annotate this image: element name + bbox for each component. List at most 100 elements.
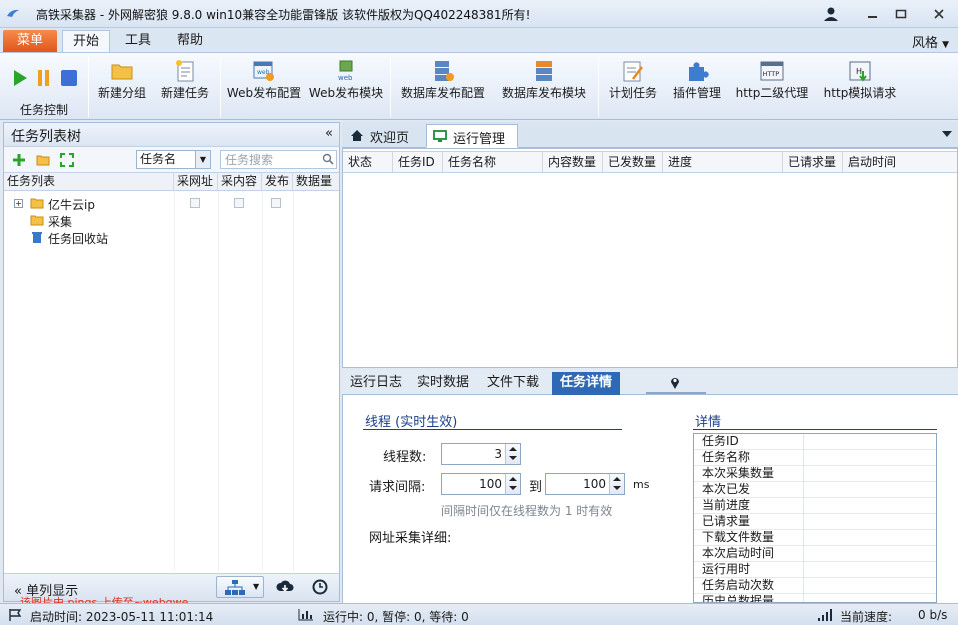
web-publish-module-label: Web发布模块 bbox=[308, 86, 384, 100]
tab-help[interactable]: 帮助 bbox=[166, 30, 214, 52]
task-search-input[interactable] bbox=[220, 150, 337, 169]
grid-col-requested[interactable]: 已请求量 bbox=[783, 152, 843, 172]
http-proxy-icon: HTTP bbox=[760, 61, 784, 81]
plugin-manage-button[interactable]: 插件管理 bbox=[666, 53, 728, 119]
status-bar: 启动时间: 2023-05-11 11:01:14 运行中: 0, 暂停: 0,… bbox=[0, 603, 958, 625]
details-key: 运行用时 bbox=[694, 562, 804, 578]
folder-open-icon[interactable] bbox=[36, 153, 50, 167]
db-publish-config-button[interactable]: 数据库发布配置 bbox=[396, 53, 490, 119]
restore-icon[interactable] bbox=[892, 6, 910, 22]
details-row: 本次已发 bbox=[694, 482, 936, 498]
stepper-down-icon[interactable] bbox=[509, 456, 517, 460]
grid-col-task-id[interactable]: 任务ID bbox=[393, 152, 443, 172]
column-collect-url[interactable]: 采网址 bbox=[174, 173, 218, 191]
interval-from-stepper[interactable]: 100 bbox=[441, 473, 521, 495]
details-row: 运行用时 bbox=[694, 562, 936, 578]
tree-item-label: 任务回收站 bbox=[48, 232, 109, 246]
bar-chart-icon bbox=[298, 609, 313, 621]
play-icon[interactable] bbox=[12, 69, 28, 87]
task-tree-toolbar: 任务名 ▼ bbox=[4, 147, 339, 173]
stepper-up-icon[interactable] bbox=[509, 477, 517, 481]
tree-item-collect[interactable]: 采集 bbox=[4, 212, 339, 229]
tree-view-button[interactable]: ▼ bbox=[216, 576, 264, 598]
tab-task-detail[interactable]: 任务详情 bbox=[552, 372, 620, 395]
stepper-down-icon[interactable] bbox=[509, 486, 517, 490]
tab-realtime-data[interactable]: 实时数据 bbox=[412, 372, 474, 395]
run-counts-status: 运行中: 0, 暂停: 0, 等待: 0 bbox=[323, 610, 469, 624]
grid-col-task-name[interactable]: 任务名称 bbox=[443, 152, 543, 172]
web-publish-module-button[interactable]: web Web发布模块 bbox=[306, 53, 386, 119]
details-key: 历史总数据量 bbox=[694, 594, 804, 602]
minimize-icon[interactable] bbox=[864, 6, 882, 22]
task-tree-panel: 任务列表树 « 任务名 ▼ 任务列表 采网址 采内容 发布 数据量 + 亿牛云i… bbox=[3, 122, 340, 602]
ribbon-separator bbox=[390, 57, 391, 117]
stepper-up-icon[interactable] bbox=[509, 447, 517, 451]
tab-run-log[interactable]: 运行日志 bbox=[344, 372, 408, 395]
collapse-panel-icon[interactable]: « bbox=[325, 126, 333, 141]
interval-to-stepper[interactable]: 100 bbox=[545, 473, 625, 495]
stepper-buttons[interactable] bbox=[505, 474, 520, 494]
details-row: 本次启动时间 bbox=[694, 546, 936, 562]
user-icon[interactable] bbox=[822, 6, 840, 22]
search-field-select[interactable]: 任务名 ▼ bbox=[136, 150, 211, 169]
tab-menu[interactable]: 菜单 bbox=[3, 30, 57, 52]
collect-content-checkbox[interactable] bbox=[234, 198, 244, 208]
http-simulate-button[interactable]: H http模拟请求 bbox=[818, 53, 902, 119]
style-menu[interactable]: 风格 ▼ bbox=[912, 32, 949, 51]
grid-col-published-count[interactable]: 已发数量 bbox=[603, 152, 663, 172]
http-proxy-button[interactable]: HTTP http二级代理 bbox=[730, 53, 814, 119]
grid-col-progress[interactable]: 进度 bbox=[663, 152, 783, 172]
stepper-up-icon[interactable] bbox=[613, 477, 621, 481]
thread-section-title: 线程 (实时生效) bbox=[365, 415, 458, 430]
new-task-button[interactable]: 新建任务 bbox=[156, 53, 214, 119]
column-collect-content[interactable]: 采内容 bbox=[218, 173, 262, 191]
column-publish[interactable]: 发布 bbox=[262, 173, 293, 191]
grid-col-content-count[interactable]: 内容数量 bbox=[543, 152, 603, 172]
collect-url-checkbox[interactable] bbox=[190, 198, 200, 208]
sitemap-icon bbox=[225, 580, 245, 595]
task-tree-title: 任务列表树 bbox=[11, 129, 81, 145]
tab-list-dropdown-icon[interactable] bbox=[942, 130, 952, 138]
clock-icon[interactable] bbox=[312, 579, 328, 595]
stepper-buttons[interactable] bbox=[609, 474, 624, 494]
cloud-download-icon[interactable] bbox=[276, 579, 294, 595]
tab-start[interactable]: 开始 bbox=[62, 30, 110, 52]
grid-col-start-time[interactable]: 启动时间 bbox=[843, 152, 957, 172]
expand-icon[interactable]: + bbox=[14, 199, 23, 208]
thread-count-stepper[interactable]: 3 bbox=[441, 443, 521, 465]
details-row: 任务启动次数 bbox=[694, 578, 936, 594]
tree-item-yiniuyun[interactable]: + 亿牛云ip bbox=[4, 195, 339, 212]
add-icon[interactable] bbox=[12, 153, 26, 167]
details-key: 已请求量 bbox=[694, 514, 804, 530]
web-publish-config-label: Web发布配置 bbox=[226, 86, 302, 100]
http-request-icon-text: H bbox=[856, 67, 862, 76]
tab-file-download[interactable]: 文件下载 bbox=[482, 372, 544, 395]
tab-run-manage[interactable]: 运行管理 bbox=[426, 124, 518, 148]
stepper-down-icon[interactable] bbox=[613, 486, 621, 490]
tab-welcome[interactable]: 欢迎页 bbox=[344, 124, 424, 148]
stop-icon[interactable] bbox=[60, 69, 78, 87]
ribbon-separator bbox=[598, 57, 599, 117]
plugin-manage-label: 插件管理 bbox=[672, 86, 721, 100]
tab-location[interactable] bbox=[646, 372, 706, 394]
pause-icon[interactable] bbox=[36, 69, 52, 87]
column-data-count[interactable]: 数据量 bbox=[293, 173, 339, 191]
home-icon bbox=[351, 130, 363, 141]
db-publish-module-button[interactable]: 数据库发布模块 bbox=[496, 53, 592, 119]
expand-all-icon[interactable] bbox=[60, 153, 74, 167]
details-key: 本次采集数量 bbox=[694, 466, 804, 482]
grid-col-status[interactable]: 状态 bbox=[343, 152, 393, 172]
publish-checkbox[interactable] bbox=[271, 198, 281, 208]
thread-count-value: 3 bbox=[494, 447, 502, 461]
web-publish-config-button[interactable]: web Web发布配置 bbox=[224, 53, 304, 119]
new-group-button[interactable]: 新建分组 bbox=[94, 53, 150, 119]
tree-item-label: 亿牛云ip bbox=[48, 198, 95, 212]
tree-item-recycle-bin[interactable]: 任务回收站 bbox=[4, 229, 339, 246]
column-task-list[interactable]: 任务列表 bbox=[4, 173, 174, 191]
close-icon[interactable] bbox=[930, 6, 948, 22]
tab-tools[interactable]: 工具 bbox=[114, 30, 162, 52]
search-icon[interactable] bbox=[322, 153, 334, 165]
scheduled-task-button[interactable]: 计划任务 bbox=[604, 53, 662, 119]
stepper-buttons[interactable] bbox=[505, 444, 520, 464]
schedule-icon bbox=[623, 61, 643, 82]
